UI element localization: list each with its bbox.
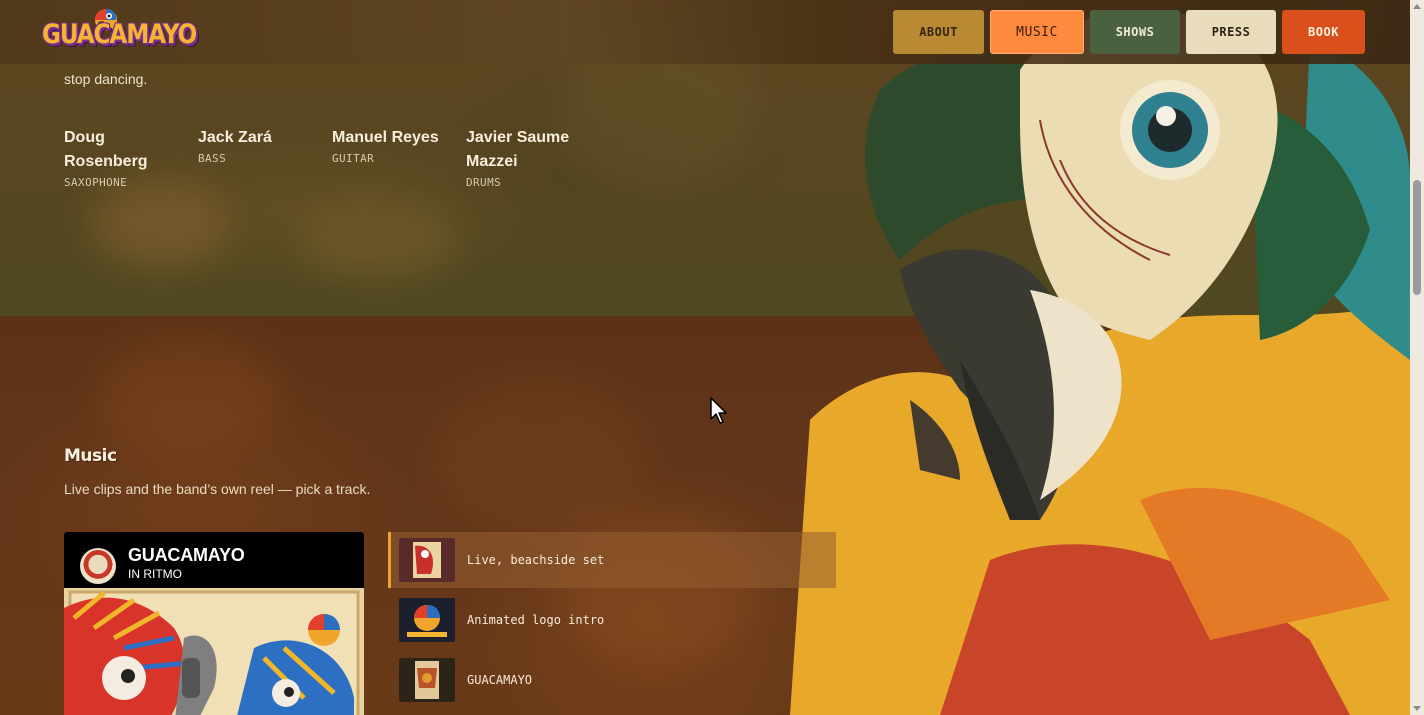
nav-music-button[interactable]: MUSIC	[990, 10, 1084, 54]
band-member: Doug Rosenberg SAXOPHONE	[64, 126, 198, 189]
member-name: Manuel Reyes	[332, 129, 439, 146]
track-item-active[interactable]: Live, beachside set	[388, 532, 836, 588]
track-label: Animated logo intro	[467, 613, 605, 627]
channel-avatar[interactable]	[80, 548, 116, 584]
member-role: DRUMS	[466, 176, 502, 189]
track-thumbnail	[399, 598, 455, 642]
member-role: GUITAR	[332, 152, 375, 165]
band-member: Jack Zará BASS	[198, 126, 332, 189]
nav-book-button[interactable]: BOOK	[1282, 10, 1365, 54]
nav-shows-button[interactable]: SHOWS	[1090, 10, 1180, 54]
video-title[interactable]: GUACAMAYO	[128, 545, 245, 566]
member-name: Jack Zará	[198, 129, 272, 146]
bokeh-light	[300, 200, 460, 280]
site-header: GUACAMAYO ABOUT MUSIC SHOWS PRESS BOOK	[0, 0, 1410, 64]
main-nav: ABOUT MUSIC SHOWS PRESS BOOK	[893, 10, 1365, 54]
scrollbar-thumb[interactable]	[1413, 180, 1421, 295]
band-member: Manuel Reyes GUITAR	[332, 126, 466, 189]
bokeh-light	[90, 180, 230, 270]
track-thumbnail	[399, 538, 455, 582]
track-list: Live, beachside set Animated logo intro …	[388, 532, 836, 712]
member-name: Javier Saume Mazzei	[466, 129, 570, 170]
member-name: Doug Rosenberg	[64, 129, 148, 170]
track-label: GUACAMAYO	[467, 673, 533, 687]
member-role: SAXOPHONE	[64, 176, 128, 189]
about-intro-text: stop dancing.	[64, 71, 148, 87]
video-subtitle: IN RITMO	[128, 567, 182, 581]
music-section-title: Music	[64, 446, 117, 466]
parrot-illustration	[790, 10, 1410, 715]
track-label: Live, beachside set	[467, 553, 605, 567]
member-role: BASS	[198, 152, 227, 165]
track-item[interactable]: GUACAMAYO	[388, 652, 836, 708]
scroll-down-arrow-icon[interactable]	[1413, 706, 1421, 711]
mouse-cursor-icon	[710, 397, 727, 424]
nav-press-button[interactable]: PRESS	[1186, 10, 1276, 54]
logo-wordmark: GUACAMAYO	[42, 20, 197, 50]
guacamayo-logo[interactable]: GUACAMAYO	[38, 6, 197, 56]
track-thumbnail	[399, 658, 455, 702]
track-item[interactable]: Animated logo intro	[388, 592, 836, 648]
bokeh-light	[430, 376, 650, 536]
video-player[interactable]: GUACAMAYO IN RITMO	[64, 532, 364, 715]
video-thumbnail[interactable]	[64, 588, 364, 715]
band-member: Javier Saume Mazzei DRUMS	[466, 126, 576, 189]
bokeh-light	[100, 336, 280, 456]
page-scrollbar[interactable]	[1410, 0, 1424, 715]
music-section-subtitle: Live clips and the band’s own reel — pic…	[64, 481, 371, 497]
scroll-up-arrow-icon[interactable]	[1413, 4, 1421, 9]
band-members-list: Doug Rosenberg SAXOPHONE Jack Zará BASS …	[64, 126, 576, 189]
nav-about-button[interactable]: ABOUT	[893, 10, 984, 54]
